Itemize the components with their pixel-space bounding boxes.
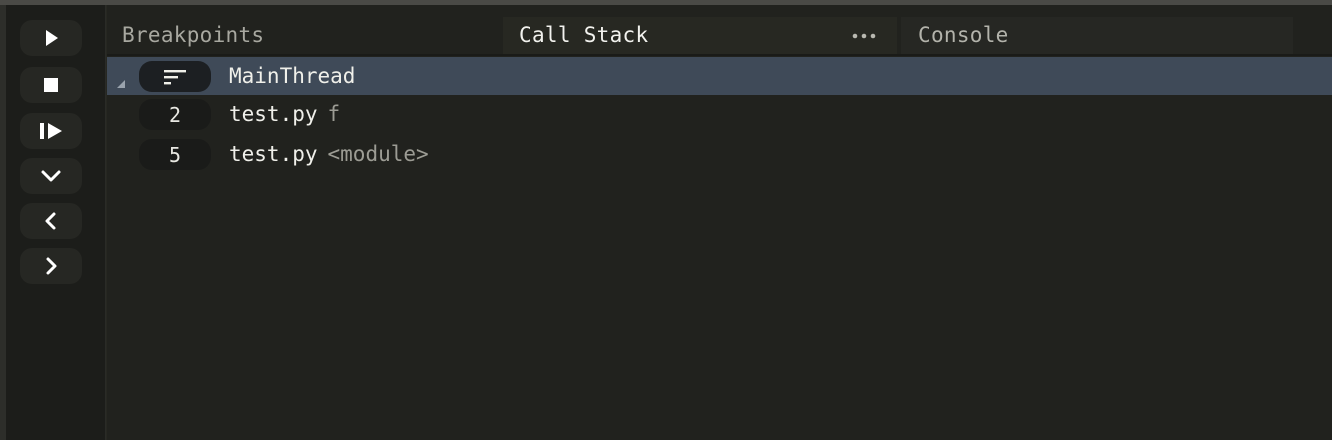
frame-label: test.py f <box>229 95 340 133</box>
frame-file: test.py <box>229 142 318 166</box>
tab-divider <box>107 54 1332 56</box>
tab-breakpoints[interactable]: Breakpoints <box>107 17 502 54</box>
thread-row[interactable]: MainThread <box>107 57 1332 95</box>
disclosure-triangle-icon[interactable] <box>116 70 126 94</box>
debug-toolbar <box>6 5 106 440</box>
line-number-badge: 5 <box>139 139 211 170</box>
thread-lines-icon <box>164 69 186 84</box>
tab-call-stack[interactable]: Call Stack <box>503 17 897 54</box>
frame-function: f <box>327 102 341 126</box>
stack-frame-row[interactable]: 5 test.py <module> <box>107 135 1332 173</box>
step-play-icon <box>40 123 62 139</box>
pause-button[interactable] <box>20 113 82 149</box>
stop-button[interactable] <box>20 67 82 103</box>
thread-name: MainThread <box>229 64 356 88</box>
line-number-badge: 2 <box>139 99 211 130</box>
tab-bar: Breakpoints Call Stack Console <box>107 17 1332 54</box>
step-over-button[interactable] <box>20 158 82 194</box>
thread-badge <box>139 61 211 92</box>
frame-file: test.py <box>229 102 318 126</box>
chevron-down-icon <box>41 170 61 182</box>
tab-console[interactable]: Console <box>901 17 1293 54</box>
play-icon <box>46 30 58 46</box>
ellipsis-icon[interactable] <box>851 17 877 54</box>
debugger-panel: Breakpoints Call Stack Console MainThrea… <box>0 0 1332 440</box>
frame-label: test.py <module> <box>229 135 429 173</box>
step-out-button[interactable] <box>20 203 82 239</box>
frame-function: <module> <box>327 142 429 166</box>
chevron-right-icon <box>46 257 57 275</box>
debug-main-area: Breakpoints Call Stack Console MainThrea… <box>107 5 1332 440</box>
tab-call-stack-label: Call Stack <box>519 23 649 47</box>
continue-button[interactable] <box>20 20 82 56</box>
stack-frame-row[interactable]: 2 test.py f <box>107 95 1332 133</box>
step-into-button[interactable] <box>20 248 82 284</box>
chevron-left-icon <box>45 212 56 230</box>
stop-icon <box>44 78 58 92</box>
